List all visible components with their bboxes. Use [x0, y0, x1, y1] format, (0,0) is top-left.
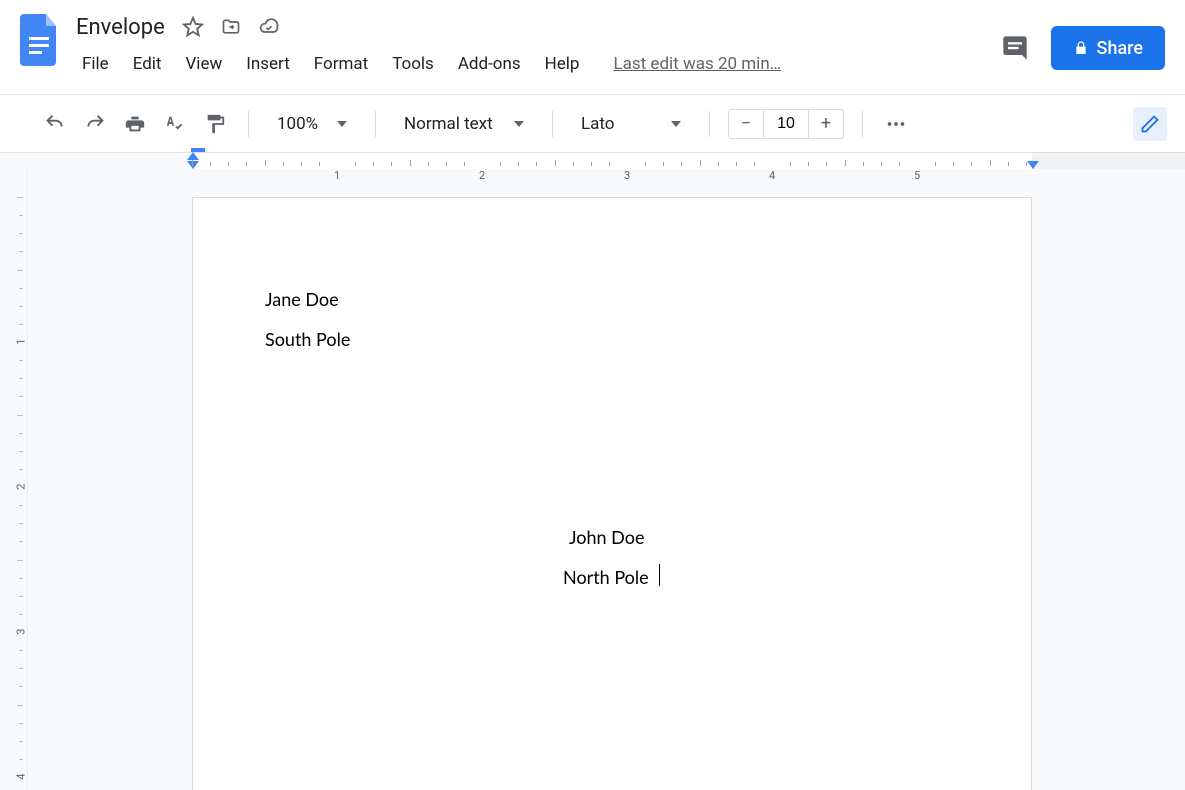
star-icon[interactable] [181, 15, 205, 39]
sender-address-text[interactable]: South Pole [265, 328, 350, 350]
recipient-name-text[interactable]: John Doe [569, 526, 644, 548]
menu-addons[interactable]: Add-ons [448, 50, 531, 78]
more-tools-button[interactable] [881, 109, 911, 139]
spellcheck-button[interactable] [160, 109, 190, 139]
text-cursor [659, 564, 660, 586]
font-size-stepper: − + [728, 109, 844, 139]
menu-format[interactable]: Format [304, 50, 378, 78]
toolbar-separator [709, 111, 710, 137]
font-family-select[interactable]: Lato [571, 110, 691, 138]
dropdown-icon [671, 121, 681, 127]
workspace: 1234 Jane Doe South Pole John Doe North … [0, 169, 1185, 790]
recipient-address-text[interactable]: North Pole [563, 566, 649, 588]
zoom-select[interactable]: 100% [267, 110, 357, 138]
dropdown-icon [337, 121, 347, 127]
move-to-folder-icon[interactable] [219, 15, 243, 39]
toolbar-separator [552, 111, 553, 137]
paragraph-style-value: Normal text [404, 114, 493, 134]
font-family-value: Lato [581, 114, 615, 134]
paragraph-style-select[interactable]: Normal text [394, 110, 534, 138]
font-size-decrease-button[interactable]: − [729, 113, 763, 134]
print-button[interactable] [120, 109, 150, 139]
title-area: Envelope File Edit View Insert Format To… [70, 8, 997, 82]
title-icons [181, 15, 281, 39]
menu-tools[interactable]: Tools [382, 50, 444, 78]
header-right: Share [997, 26, 1165, 70]
pencil-icon [1140, 114, 1160, 134]
toolbar-separator [248, 111, 249, 137]
cloud-saved-icon[interactable] [257, 15, 281, 39]
menu-file[interactable]: File [72, 50, 119, 78]
app-header: Envelope File Edit View Insert Format To… [0, 0, 1185, 95]
toolbar-separator [862, 111, 863, 137]
comments-icon[interactable] [997, 30, 1033, 66]
title-row: Envelope [70, 8, 997, 46]
vertical-ruler[interactable]: 1234 [0, 169, 28, 790]
redo-button[interactable] [80, 109, 110, 139]
font-size-input[interactable] [763, 110, 809, 138]
dropdown-icon [514, 121, 524, 127]
toolbar-separator [375, 111, 376, 137]
docs-logo[interactable] [20, 14, 60, 66]
toolbar: 100% Normal text Lato − + [0, 95, 1185, 153]
lock-icon [1073, 39, 1089, 57]
document-page[interactable]: Jane Doe South Pole John Doe North Pole [192, 197, 1032, 790]
menu-edit[interactable]: Edit [123, 50, 172, 78]
undo-button[interactable] [40, 109, 70, 139]
share-button[interactable]: Share [1051, 26, 1165, 70]
paint-format-button[interactable] [200, 109, 230, 139]
document-canvas[interactable]: Jane Doe South Pole John Doe North Pole [28, 169, 1185, 790]
menu-help[interactable]: Help [535, 50, 590, 78]
document-title-input[interactable]: Envelope [70, 13, 171, 42]
menu-view[interactable]: View [175, 50, 232, 78]
last-edit-link[interactable]: Last edit was 20 min… [613, 54, 781, 74]
sender-name-text[interactable]: Jane Doe [265, 288, 339, 310]
menu-insert[interactable]: Insert [236, 50, 300, 78]
menu-bar: File Edit View Insert Format Tools Add-o… [70, 46, 997, 82]
font-size-increase-button[interactable]: + [809, 113, 843, 134]
zoom-value: 100% [277, 114, 318, 134]
horizontal-ruler[interactable]: 12345 [0, 153, 1185, 169]
share-button-label: Share [1097, 38, 1143, 59]
editing-mode-button[interactable] [1133, 107, 1167, 141]
